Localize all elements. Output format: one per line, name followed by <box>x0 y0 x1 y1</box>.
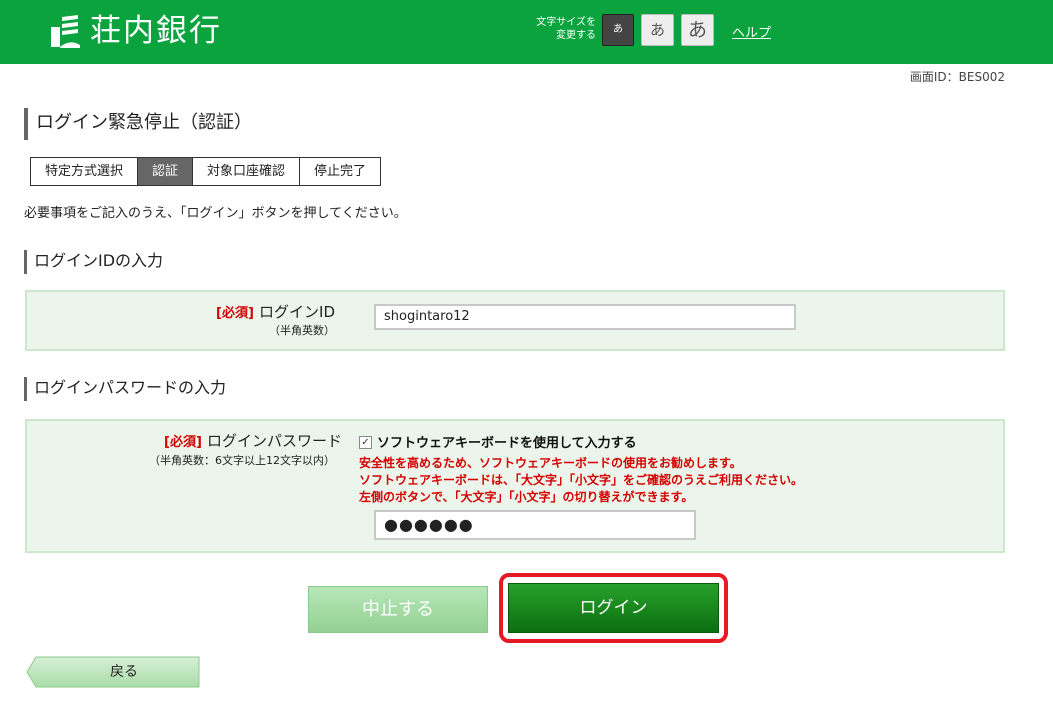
login-id-section-title: ログインIDの入力 <box>24 250 163 274</box>
warning-text-3: 左側のボタンで、「大文字」「小文字」の切り替えができます。 <box>359 490 694 504</box>
step-authentication: 認証 <box>138 158 194 185</box>
login-id-panel: [必須] ログインID （半角英数） shogintaro12 <box>25 290 1005 351</box>
page-title: ログイン緊急停止（認証） <box>24 108 252 140</box>
font-size-label-line2: 変更する <box>556 30 596 41</box>
login-id-label-text: ログインID <box>259 303 335 321</box>
step-indicator: 特定方式選択 認証 対象口座確認 停止完了 <box>30 157 382 186</box>
step-select-method: 特定方式選択 <box>31 158 139 185</box>
cancel-button[interactable]: 中止する <box>308 586 488 633</box>
password-input[interactable]: ●●●●●● <box>374 510 696 540</box>
login-button[interactable]: ログイン <box>508 583 719 633</box>
step-complete: 停止完了 <box>300 158 381 185</box>
software-keyboard-checkbox[interactable]: ✓ <box>359 436 372 449</box>
back-button-label: 戻る <box>110 664 138 680</box>
password-panel: [必須] ログインパスワード （半角英数：6文字以上12文字以内） ✓ ソフトウ… <box>25 419 1005 553</box>
font-size-label: 文字サイズを 変更する <box>520 16 596 42</box>
required-badge: [必須] <box>216 306 254 321</box>
help-link[interactable]: ヘルプ <box>732 22 771 41</box>
software-keyboard-label[interactable]: ソフトウェアキーボードを使用して入力する <box>377 432 637 451</box>
instruction-text: 必要事項をご記入のうえ、「ログイン」ボタンを押してください。 <box>24 206 407 221</box>
password-label: [必須] ログインパスワード <box>164 430 342 451</box>
header-bar: 荘内銀行 文字サイズを 変更する あ あ あ ヘルプ <box>0 0 1053 64</box>
bank-logo[interactable]: 荘内銀行 <box>48 9 222 53</box>
warning-text-2: ソフトウェアキーボードは、「大文字」「小文字」をご確認のうえご利用ください。 <box>359 473 804 487</box>
warning-text-1: 安全性を高めるため、ソフトウェアキーボードの使用をお勧めします。 <box>359 456 742 470</box>
login-id-label: [必須] ログインID <box>216 301 335 322</box>
login-id-input[interactable]: shogintaro12 <box>374 304 796 330</box>
bank-name: 荘内銀行 <box>90 13 222 49</box>
bank-logo-icon <box>51 15 80 48</box>
password-format-note: （半角英数：6文字以上12文字以内） <box>149 454 335 467</box>
password-label-text: ログインパスワード <box>206 432 342 450</box>
step-confirm-account: 対象口座確認 <box>193 158 301 185</box>
font-size-medium-button[interactable]: あ <box>641 14 674 46</box>
password-section-title: ログインパスワードの入力 <box>24 377 226 401</box>
login-id-format-note: （半角英数） <box>269 324 335 337</box>
font-size-small-button[interactable]: あ <box>602 14 634 46</box>
screen-id: 画面ID：BES002 <box>909 70 1005 84</box>
back-button[interactable]: 戻る <box>26 656 200 688</box>
font-size-label-line1: 文字サイズを <box>536 17 596 28</box>
font-size-large-button[interactable]: あ <box>681 14 714 46</box>
required-badge: [必須] <box>164 435 202 450</box>
